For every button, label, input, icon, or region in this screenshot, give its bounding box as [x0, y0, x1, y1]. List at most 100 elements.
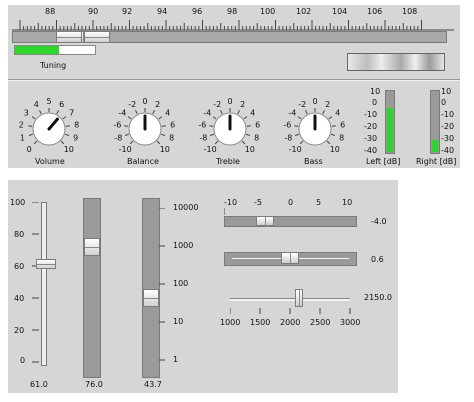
knob-tick-label: -8: [199, 134, 207, 143]
tuning-tick-label: 98: [227, 7, 238, 16]
hslider1-handle[interactable]: [256, 216, 275, 226]
treble-knob[interactable]: -10 -8 -6 -4-2 0 246 8 10: [191, 87, 269, 157]
knob-tick: [62, 116, 67, 120]
hslider1-tick: 10: [342, 198, 353, 207]
knob-tick: [60, 140, 65, 145]
slider1-tick: 80: [14, 230, 25, 239]
knob-tick-label: 10: [245, 145, 255, 154]
slider2-handle[interactable]: [84, 237, 100, 256]
slider2-track[interactable]: [83, 198, 101, 378]
tuning-tick-label: 106: [367, 7, 383, 16]
volume-knob[interactable]: 01 234 5 678 9 10: [10, 87, 88, 157]
tuning-slider-handle-grip: [81, 31, 85, 43]
hslider2-value: 0.6: [371, 255, 384, 264]
hslider3-tick: 2000: [280, 318, 301, 327]
hslider3-tick: 3000: [340, 318, 361, 327]
knob-tick: [331, 125, 336, 127]
knob-tick: [322, 110, 325, 115]
hslider1-track[interactable]: [224, 216, 357, 227]
knob-tick-label: 8: [169, 134, 174, 143]
knob-tick: [246, 133, 251, 136]
tuning-tick-label: 104: [332, 7, 348, 16]
knob-tick: [152, 110, 155, 115]
treble-knob-group: -10 -8 -6 -4 -2 0 2 4 6 8 10 Treble: [191, 87, 269, 167]
tuning-tick-label: 96: [192, 7, 203, 16]
knob-tick-label: -4: [203, 109, 211, 118]
right-meter-tick: 10: [441, 87, 452, 96]
hslider1-tick: -10: [224, 198, 238, 207]
knob-tick-label: 4: [34, 100, 39, 109]
left-meter-tick: -20: [364, 122, 378, 131]
hslider1-value: -4.0: [371, 217, 387, 226]
left-meter-tick: -10: [364, 110, 378, 119]
treble-label: Treble: [216, 157, 240, 166]
knob-tick: [124, 133, 129, 136]
knob-tick-label: 5: [46, 97, 51, 106]
knob-tick: [294, 133, 299, 136]
left-meter: [385, 90, 395, 154]
hslider3-tick: 1500: [250, 318, 271, 327]
hslider2-handle[interactable]: [281, 252, 299, 264]
knob-tick-label: 4: [250, 109, 255, 118]
knob-tick: [241, 140, 246, 145]
knob-tick: [331, 133, 336, 136]
knob-tick-label: 3: [24, 109, 29, 118]
left-meter-tick: 10: [370, 87, 381, 96]
right-meter-tick: -20: [441, 122, 455, 131]
slider1-handle[interactable]: [36, 259, 56, 270]
knob-tick-label: 2: [19, 121, 24, 130]
hslider1-tick: 5: [316, 198, 322, 207]
hslider3-handle[interactable]: [295, 289, 303, 307]
knob-tick-label: -2: [128, 100, 136, 109]
knob-tick: [65, 133, 70, 136]
slider1-tick: 60: [14, 262, 25, 271]
hslider3-tick: 2500: [310, 318, 331, 327]
knob-tick-label: 0: [227, 97, 232, 106]
knob-tick: [328, 116, 333, 120]
bass-knob[interactable]: -10 -8 -6 -4-2 0 246 8 10: [276, 87, 354, 157]
knob-tick-label: 0: [312, 97, 317, 106]
right-meter-tick: -40: [441, 146, 455, 155]
hslider3-track[interactable]: [230, 298, 350, 301]
knob-tick-label: -2: [298, 100, 306, 109]
tuning-tick-label: 94: [157, 7, 168, 16]
knob-tick: [127, 116, 132, 120]
hslider3-tick: 1000: [220, 318, 241, 327]
knob-tick-label: 6: [255, 121, 260, 130]
slider1-scale: 100 80 60 40 20 0: [8, 198, 32, 365]
knob-tick-label: 10: [64, 145, 74, 154]
tuning-signal-bar: [14, 45, 96, 55]
hslider1-tick: 0: [288, 198, 294, 207]
tuning-tick-label: 108: [402, 7, 418, 16]
right-meter-tick: -10: [441, 110, 455, 119]
tuning-tick-label: 90: [88, 7, 99, 16]
slider1-tick: 40: [14, 294, 25, 303]
hslider3-tick-marks: [230, 308, 351, 314]
slider2-value: 76.0: [85, 380, 103, 389]
knob-tick-label: 4: [165, 109, 170, 118]
slider1-track[interactable]: [41, 202, 47, 366]
knob-tick-label: 2: [240, 100, 245, 109]
knob-tick: [39, 110, 42, 115]
right-meter-fill: [432, 140, 438, 152]
knob-tick: [33, 140, 38, 145]
preset-display: [347, 53, 445, 71]
right-meter-tick: 0: [441, 98, 447, 107]
knob-tick: [65, 125, 70, 127]
radio-divider-light: [8, 80, 460, 81]
knob-tick-label: 8: [254, 134, 259, 143]
slider1-tick: 0: [20, 356, 26, 365]
slider3-value: 43.7: [144, 380, 162, 389]
knob-tick: [124, 125, 129, 127]
balance-knob[interactable]: -10 -8 -6 -4-2 0 246 8 10: [106, 87, 184, 157]
right-meter-label: Right [dB]: [416, 157, 457, 166]
slider3-handle[interactable]: [143, 288, 159, 307]
knob-tick-label: -10: [289, 145, 302, 154]
volume-knob-group: 0 1 2 3 4 5 6 7 8 9 10 Volume: [10, 87, 88, 167]
knob-tick-label: -4: [118, 109, 126, 118]
knob-tick: [237, 110, 240, 115]
balance-knob-group: -10 -8 -6 -4 -2 0 2 4 6 8 10 Balance: [106, 87, 184, 167]
knob-tick-label: 1: [20, 134, 25, 143]
tuning-ticks: [12, 20, 454, 31]
knob-tick-label: 4: [335, 109, 340, 118]
